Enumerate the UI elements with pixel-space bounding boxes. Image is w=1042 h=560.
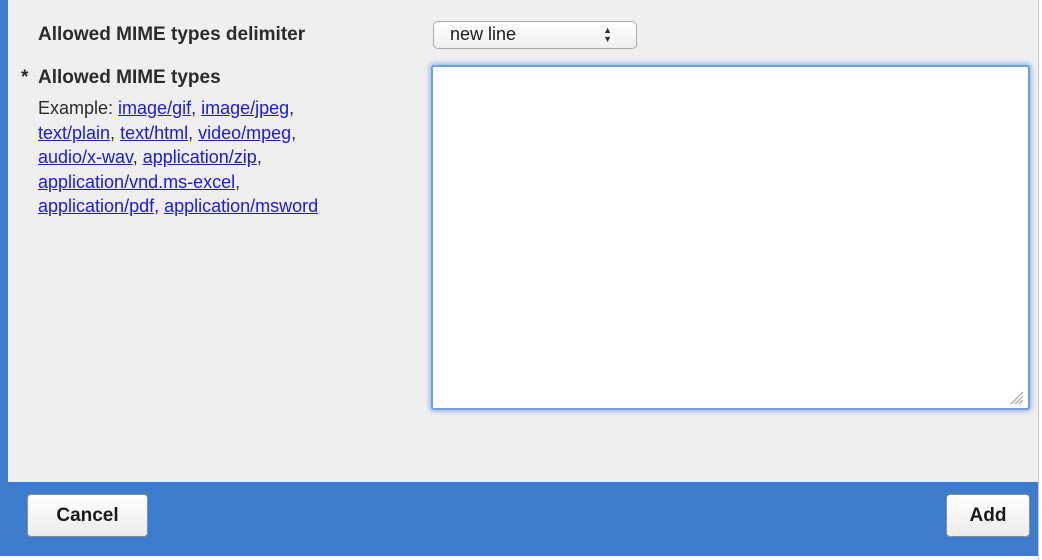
delimiter-select[interactable]: new line ▲ ▼ [433, 21, 637, 49]
dialog-right-edge [1038, 0, 1039, 560]
example-link[interactable]: audio/x-wav [38, 147, 133, 167]
example-separator: , [154, 196, 165, 216]
example-separator: , [289, 98, 295, 118]
example-line-1: Example: image/gif, image/jpeg, [38, 96, 418, 121]
example-separator: , [110, 122, 121, 143]
example-prefix: Example: [38, 98, 119, 118]
example-line-3: audio/x-wav, application/zip, [38, 145, 418, 170]
example-line-5: application/pdf, application/msword [38, 194, 418, 219]
updown-arrows-icon: ▲ ▼ [603, 25, 612, 44]
dialog-footer [0, 482, 1038, 556]
example-separator: , [256, 147, 262, 167]
example-line-2: text/plain, text/html, video/mpeg, [38, 121, 418, 146]
example-line-4: application/vnd.ms-excel, [38, 170, 418, 195]
required-marker: * [21, 67, 29, 88]
example-link[interactable]: text/plain [38, 123, 110, 143]
mime-examples: Example: image/gif, image/jpeg, text/pla… [38, 96, 418, 219]
example-link[interactable]: video/mpeg [198, 123, 291, 143]
mime-types-label: Allowed MIME types [38, 67, 221, 88]
example-separator: , [191, 98, 202, 118]
resize-grip-icon[interactable] [1008, 389, 1024, 405]
example-link[interactable]: image/gif [118, 98, 191, 118]
add-mime-dialog: Allowed MIME types delimiter new line ▲ ▼… [0, 0, 1042, 560]
example-link[interactable]: application/vnd.ms-excel [38, 172, 235, 192]
example-link[interactable]: application/msword [164, 196, 318, 216]
add-button[interactable]: Add [946, 494, 1030, 537]
example-link[interactable]: image/jpeg [201, 98, 289, 118]
example-link[interactable]: application/zip [143, 147, 257, 167]
mime-types-textarea[interactable] [431, 65, 1030, 410]
example-separator: , [188, 122, 199, 143]
example-separator: , [291, 122, 297, 143]
example-separator: , [235, 171, 241, 192]
example-link[interactable]: text/html [120, 123, 188, 143]
delimiter-select-value: new line [450, 24, 517, 44]
cancel-button[interactable]: Cancel [27, 494, 148, 537]
example-separator: , [132, 147, 143, 167]
example-link[interactable]: application/pdf [38, 196, 154, 216]
delimiter-label: Allowed MIME types delimiter [38, 24, 306, 45]
